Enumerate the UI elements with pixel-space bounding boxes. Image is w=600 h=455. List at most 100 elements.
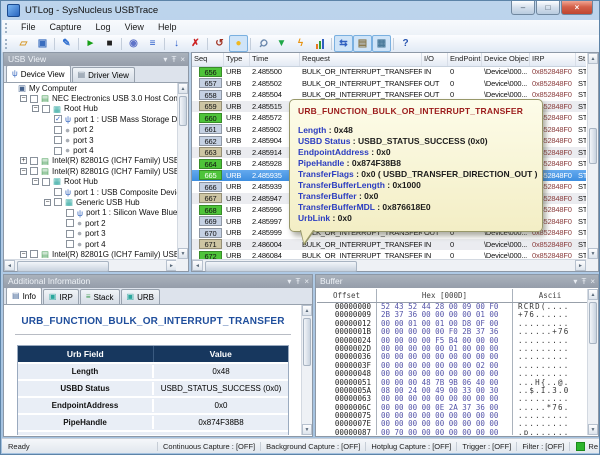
scroll-down-arrow-icon[interactable]: ▼ — [588, 424, 598, 435]
column-header-time[interactable]: Time — [250, 53, 300, 66]
tree-checkbox[interactable] — [30, 250, 38, 259]
tree-vertical-scrollbar[interactable]: ▲ ▼ — [177, 83, 188, 259]
table-horizontal-scrollbar[interactable]: ◄ ► — [192, 259, 586, 272]
menu-item-file[interactable]: File — [14, 20, 43, 35]
tree-checkbox[interactable] — [54, 188, 62, 197]
collapse-minus-icon[interactable]: − — [20, 250, 27, 258]
tree-checkbox[interactable] — [42, 104, 50, 113]
tab-device-view[interactable]: ψ Device View — [6, 65, 71, 82]
menu-item-capture[interactable]: Capture — [43, 20, 89, 35]
tree-item[interactable]: ✓ψport 1 : USB Mass Storage Device — [5, 114, 177, 124]
column-header-seq[interactable]: Seq — [192, 53, 224, 66]
scroll-down-arrow-icon[interactable]: ▼ — [178, 248, 188, 259]
scroll-down-button[interactable]: ↓ — [167, 35, 186, 52]
clear-log-button[interactable]: ✗ — [186, 35, 205, 52]
expand-plus-icon[interactable]: + — [20, 157, 27, 165]
tree-item[interactable]: − ▤Intel(R) 82801G (ICH7 Family) USB Univ… — [5, 166, 177, 176]
tree-item[interactable]: + ▤Intel(R) 82801G (ICH7 Family) USB Univ… — [5, 156, 177, 166]
scroll-right-arrow-icon[interactable]: ► — [575, 260, 586, 271]
scrollbar-thumb[interactable] — [303, 318, 311, 366]
open-log-button[interactable]: ▱ — [14, 35, 33, 52]
scrollbar-thumb[interactable] — [17, 261, 109, 272]
tree-item[interactable]: − ▦ Root Hub — [5, 177, 177, 187]
tooltip-toggle-button[interactable]: ● — [229, 35, 248, 52]
panel-close-button[interactable]: × — [304, 275, 309, 288]
tree-item[interactable]: ● port 2 — [5, 125, 177, 135]
tree-checkbox[interactable] — [66, 229, 74, 238]
tree-checkbox[interactable] — [66, 240, 74, 249]
log-list-button[interactable]: ≡ — [143, 35, 162, 52]
table-vertical-scrollbar[interactable]: ▲ ▼ — [587, 53, 598, 259]
tree-checkbox[interactable] — [54, 136, 62, 145]
menu-item-help[interactable]: Help — [151, 20, 184, 35]
tab-irp[interactable]: ▣ IRP — [42, 289, 79, 304]
tree-checkbox[interactable] — [54, 146, 62, 155]
tab-urb[interactable]: ▣ URB — [120, 289, 160, 304]
collapse-minus-icon[interactable]: − — [20, 95, 27, 103]
scroll-down-arrow-icon[interactable]: ▼ — [302, 424, 312, 435]
tree-checkbox[interactable] — [66, 219, 74, 228]
panel-collapse-button[interactable]: ▾ — [163, 53, 167, 66]
maximize-button[interactable]: □ — [536, 1, 560, 15]
table-row[interactable]: 656 URB 2.485500 BULK_OR_INTERRUPT_TRANSFER… — [192, 66, 586, 78]
panel-pin-button[interactable]: Ŧ — [171, 53, 176, 66]
tab-stack[interactable]: ≡ Stack — [79, 289, 120, 304]
column-header-device-object[interactable]: Device Object — [482, 53, 530, 66]
filter-button[interactable]: ▼ — [272, 35, 291, 52]
scrollbar-thumb[interactable] — [589, 302, 597, 344]
scrollbar-thumb[interactable] — [589, 128, 597, 164]
tree-checkbox[interactable] — [42, 177, 50, 186]
tree-checkbox[interactable] — [30, 94, 38, 103]
collapse-minus-icon[interactable]: − — [32, 178, 39, 186]
usb-view-toggle-button[interactable]: ⇆ — [334, 35, 353, 52]
tree-checkbox[interactable] — [54, 125, 62, 134]
minimize-button[interactable]: – — [511, 1, 535, 15]
tree-checkbox[interactable] — [54, 198, 62, 207]
column-header-type[interactable]: Type — [224, 53, 250, 66]
scroll-left-arrow-icon[interactable]: ◄ — [192, 260, 203, 271]
scroll-up-arrow-icon[interactable]: ▲ — [302, 305, 312, 316]
info-vertical-scrollbar[interactable]: ▲ ▼ — [301, 305, 312, 435]
tree-item[interactable]: − ▤NEC Electronics USB 3.0 Host Controlle… — [5, 93, 177, 103]
menu-item-view[interactable]: View — [118, 20, 151, 35]
collapse-minus-icon[interactable]: − — [20, 167, 27, 175]
scrollbar-thumb[interactable] — [179, 96, 187, 126]
column-header-i-o[interactable]: I/O — [422, 53, 448, 66]
tree-horizontal-scrollbar[interactable]: ◄ ► — [4, 259, 177, 272]
column-header-request[interactable]: Request — [300, 53, 422, 66]
device-capture-button[interactable]: ◉ — [124, 35, 143, 52]
tree-checkbox[interactable]: ✓ — [54, 115, 62, 124]
tree-item[interactable]: − ▤Intel(R) 82801G (ICH7 Family) USB Univ… — [5, 249, 177, 259]
additional-info-toggle-button[interactable]: ▤ — [353, 35, 372, 52]
help-button[interactable]: ? — [396, 35, 415, 52]
tree-item[interactable]: ψport 1 : Silicon Wave Bluetooth Wire — [5, 208, 177, 218]
tree-item[interactable]: ● port 3 — [5, 135, 177, 145]
find-button[interactable]: Ϙ — [253, 35, 272, 52]
panel-collapse-button[interactable]: ▾ — [573, 275, 577, 288]
tree-item[interactable]: − ▦ Root Hub — [5, 104, 177, 114]
tree-item[interactable]: ψ port 1 : USB Composite Device — [5, 187, 177, 197]
menu-item-log[interactable]: Log — [89, 20, 118, 35]
collapse-minus-icon[interactable]: − — [44, 198, 51, 206]
panel-collapse-button[interactable]: ▾ — [287, 275, 291, 288]
edit-button[interactable]: ✎ — [57, 35, 76, 52]
tree-item[interactable]: ● port 2 — [5, 218, 177, 228]
panel-close-button[interactable]: × — [590, 275, 595, 288]
save-log-button[interactable]: ▣ — [33, 35, 52, 52]
tab-info[interactable]: ▤ Info — [6, 287, 42, 304]
scroll-up-arrow-icon[interactable]: ▲ — [178, 83, 188, 94]
tree-item[interactable]: ● port 4 — [5, 145, 177, 155]
tree-item[interactable]: ▣ My Computer — [5, 83, 177, 93]
scroll-up-arrow-icon[interactable]: ▲ — [588, 289, 598, 300]
table-row[interactable]: 672 URB 2.486084 BULK_OR_INTERRUPT_TRANSFER… — [192, 250, 586, 259]
tab-driver-view[interactable]: ▤ Driver View — [71, 67, 135, 82]
buffer-vertical-scrollbar[interactable]: ▲ ▼ — [587, 289, 598, 435]
tree-checkbox[interactable] — [30, 156, 38, 165]
buffer-toggle-button[interactable]: ▦ — [372, 35, 391, 52]
scroll-up-arrow-icon[interactable]: ▲ — [588, 53, 598, 64]
scroll-left-arrow-icon[interactable]: ◄ — [4, 260, 15, 271]
tree-item[interactable]: ● port 4 — [5, 239, 177, 249]
panel-pin-button[interactable]: Ŧ — [295, 275, 300, 288]
start-capture-button[interactable]: ► — [81, 35, 100, 52]
scrollbar-thumb[interactable] — [205, 261, 357, 272]
